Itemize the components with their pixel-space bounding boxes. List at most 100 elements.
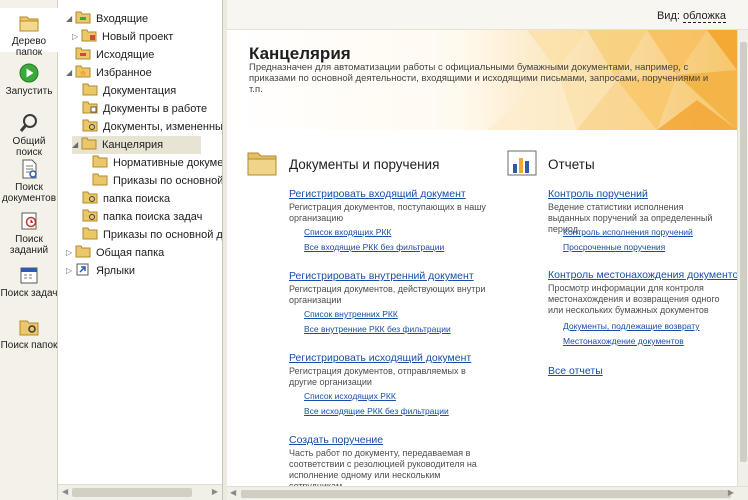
location-control-link[interactable]: Контроль местонахождения документов <box>548 269 744 281</box>
folder-icon <box>75 245 91 258</box>
global-search-label: Общий поиск <box>12 136 46 158</box>
expand-arrow-icon[interactable]: ▷ <box>66 244 75 262</box>
tree-item-shared-folder[interactable]: ▷ Общая папка <box>66 244 164 262</box>
scroll-left-icon[interactable]: ◀ <box>62 487 68 496</box>
folder-search-button[interactable]: Поиск папок <box>0 316 58 352</box>
tree-item-changed-docs[interactable]: Документы, измененные в т <box>82 118 222 136</box>
outbox-folder-icon <box>75 47 91 60</box>
register-incoming-link[interactable]: Регистрировать входящий документ <box>289 188 466 200</box>
tree-item-favorites[interactable]: ◢ Избранное <box>66 64 152 82</box>
folder-search-icon <box>19 320 39 336</box>
create-assignment-link[interactable]: Создать поручение <box>289 434 383 446</box>
folder-icon <box>82 227 98 240</box>
incoming-list-link[interactable]: Список входящих РКК <box>304 227 391 237</box>
task-search-icon <box>21 212 37 230</box>
favorites-folder-icon <box>75 65 91 78</box>
task-search-button[interactable]: Поиск заданий <box>0 210 58 256</box>
tree-item-search-folder[interactable]: папка поиска <box>82 190 170 208</box>
page-description: Предназначен для автоматизации работы с … <box>249 62 709 95</box>
issue-search-button[interactable]: Поиск задач <box>0 264 58 300</box>
incoming-all-link[interactable]: Все входящие РКК без фильтрации <box>304 242 444 252</box>
tree-item-label: Документы в работе <box>103 103 208 115</box>
tree-item-label: Канцелярия <box>102 139 164 151</box>
tree-item-shortcuts[interactable]: ▷ Ярлыки <box>66 262 135 280</box>
tree-item-inbox[interactable]: ◢ Входящие <box>66 10 148 28</box>
scroll-left-icon[interactable]: ◀ <box>230 488 236 497</box>
documents-folder-icon <box>247 152 277 176</box>
scrollbar-thumb[interactable] <box>740 42 747 462</box>
tree-item-outbox[interactable]: Исходящие <box>66 46 154 64</box>
folder-tree: ◢ Входящие ▷ Новый проект Исходящие ◢ Избра… <box>58 0 223 500</box>
view-mode-link[interactable]: обложка <box>683 10 726 23</box>
tree-item-chancellery[interactable]: ◢ Канцелярия <box>72 136 201 154</box>
search-folder-icon <box>82 209 98 222</box>
reports-section-title: Отчеты <box>548 157 595 172</box>
tree-item-label: папка поиска <box>103 193 171 205</box>
task-search-label: Поиск заданий <box>9 234 49 256</box>
main-content: Вид: обложка Канцелярия Предназначен для… <box>227 0 748 500</box>
outgoing-list-link[interactable]: Список исходящих РКК <box>304 391 396 401</box>
folder-icon <box>92 155 108 168</box>
run-button[interactable]: Запустить <box>0 62 58 98</box>
folder-icon <box>81 29 97 42</box>
tree-item-label: Избранное <box>96 67 152 79</box>
folder-tree-button[interactable]: Дерево папок <box>0 8 58 58</box>
documents-section-title: Документы и поручения <box>289 157 440 172</box>
calendar-search-icon <box>20 267 38 284</box>
tree-item-label: Новый проект <box>102 31 174 43</box>
tree-item-task-search-folder[interactable]: папка поиска задач <box>82 208 202 226</box>
scroll-right-icon[interactable]: ▶ <box>728 488 734 497</box>
scrollbar-thumb[interactable] <box>72 488 192 497</box>
play-icon <box>19 63 39 83</box>
scroll-right-icon[interactable]: ▶ <box>212 487 218 496</box>
assignment-control-link[interactable]: Контроль поручений <box>548 188 648 200</box>
global-search-button[interactable]: Общий поиск <box>0 112 58 158</box>
main-horizontal-scrollbar[interactable]: ◀ ▶ <box>227 486 748 500</box>
internal-list-link[interactable]: Список внутренних РКК <box>304 309 398 319</box>
collapse-arrow-icon[interactable]: ◢ <box>66 64 75 82</box>
tree-item-orders[interactable]: Приказы по основной дея <box>92 172 223 190</box>
register-internal-desc: Регистрация документов, действующих внут… <box>289 284 486 305</box>
reports-chart-icon <box>507 150 537 176</box>
shortcut-icon <box>76 263 89 276</box>
internal-all-link[interactable]: Все внутренние РКК без фильтрации <box>304 324 451 334</box>
tree-item-new-project[interactable]: ▷ Новый проект <box>72 28 173 46</box>
view-selector: Вид: обложка <box>656 10 726 23</box>
tree-item-normative-docs[interactable]: Нормативные документы <box>92 154 222 172</box>
tree-item-label: Исходящие <box>96 49 155 61</box>
overdue-assignments-link[interactable]: Просроченные поручения <box>563 242 665 252</box>
tree-item-label: Ярлыки <box>96 265 135 277</box>
folder-tree-icon <box>19 16 39 32</box>
collapse-arrow-icon[interactable]: ◢ <box>72 136 81 154</box>
tree-item-label: Приказы по основной дея <box>113 175 223 187</box>
search-icon <box>19 114 37 132</box>
document-search-label: Поиск документов <box>1 182 57 204</box>
outgoing-all-link[interactable]: Все исходящие РКК без фильтрации <box>304 406 449 416</box>
inbox-folder-icon <box>75 11 91 24</box>
main-vertical-scrollbar[interactable] <box>737 30 748 486</box>
register-internal-link[interactable]: Регистрировать внутренний документ <box>289 270 474 282</box>
scrollbar-thumb[interactable] <box>241 490 731 498</box>
document-search-icon <box>22 159 37 179</box>
assignment-execution-link[interactable]: Контроль исполнения поручений <box>563 227 693 237</box>
issue-search-label: Поиск задач <box>0 288 58 299</box>
tree-item-documentation[interactable]: Документация <box>82 82 176 100</box>
location-control-desc: Просмотр информации для контроля местона… <box>548 283 720 315</box>
folder-icon <box>92 173 108 186</box>
register-outgoing-link[interactable]: Регистрировать исходящий документ <box>289 352 471 364</box>
tree-horizontal-scrollbar[interactable]: ◀ ▶ <box>58 484 222 500</box>
all-reports-link[interactable]: Все отчеты <box>548 365 603 377</box>
tree-item-label: Общая папка <box>96 247 165 259</box>
search-folder-icon <box>82 119 98 132</box>
expand-arrow-icon[interactable]: ▷ <box>72 28 81 46</box>
run-label: Запустить <box>5 86 53 97</box>
expand-arrow-icon[interactable]: ▷ <box>66 262 75 280</box>
tree-item-orders-main[interactable]: Приказы по основной деяте <box>82 226 222 244</box>
docs-location-link[interactable]: Местонахождение документов <box>563 336 684 346</box>
document-search-button[interactable]: Поиск документов <box>0 158 58 204</box>
collapse-arrow-icon[interactable]: ◢ <box>66 10 75 28</box>
view-label: Вид: <box>656 10 680 22</box>
docs-to-return-link[interactable]: Документы, подлежащие возврату <box>563 321 699 331</box>
tree-item-docs-in-work[interactable]: Документы в работе <box>82 100 207 118</box>
register-outgoing-desc: Регистрация документов, отправляемых в д… <box>289 366 466 387</box>
